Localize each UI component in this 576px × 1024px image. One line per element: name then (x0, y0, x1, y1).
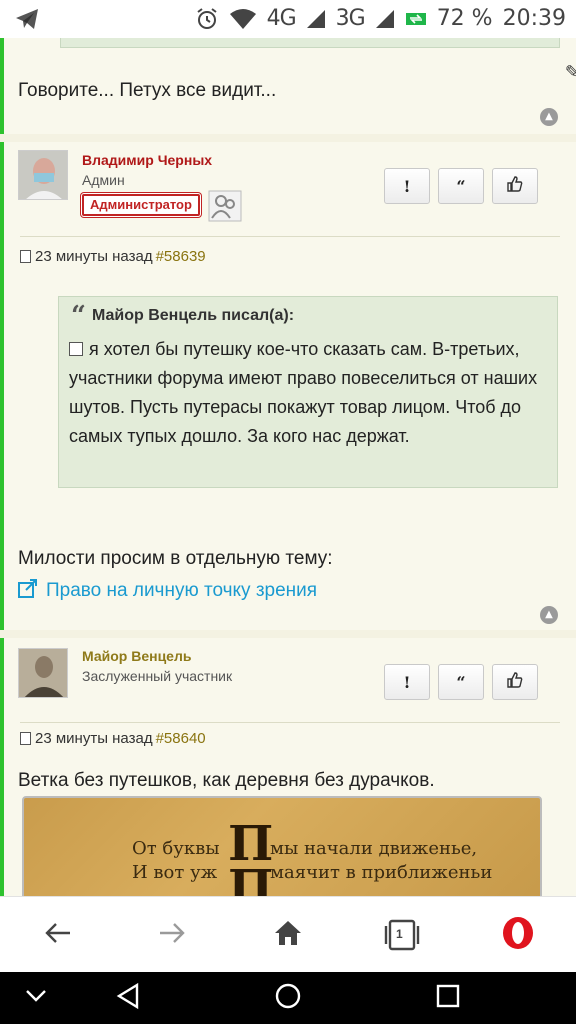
tab-count: 1 (396, 927, 403, 941)
arrow-left-icon (44, 921, 72, 949)
quote-block: “ Майор Венцель писал(а): я хотел бы пут… (58, 296, 558, 488)
signal-icon-2 (375, 9, 395, 29)
post-58640: Майор Венцель Заслуженный участник ! “ 2… (0, 638, 576, 896)
document-icon (20, 732, 31, 745)
opera-menu-button[interactable] (498, 915, 538, 955)
like-button[interactable] (492, 664, 538, 700)
home-icon (273, 919, 303, 951)
post-58639: Владимир Черных Админ Администратор ! “ … (0, 142, 576, 630)
back-button[interactable] (38, 915, 78, 955)
triangle-back-icon (115, 982, 141, 1014)
topic-link[interactable]: Право на личную точку зрения (18, 578, 317, 604)
poster-text-1b: мы начали движенье, (270, 838, 478, 859)
avatar[interactable] (18, 150, 68, 200)
quote-author: Майор Венцель писал(а): (91, 307, 295, 324)
scroll-up-button[interactable]: ▲ (540, 606, 558, 624)
opera-logo-icon (501, 916, 535, 954)
quote-block-tail (60, 38, 560, 48)
chevron-down-icon (24, 988, 48, 1008)
tabs-icon: 1 (384, 919, 420, 951)
author-role: Админ (82, 172, 125, 188)
quote-button[interactable]: “ (438, 664, 484, 700)
quote-header: “ Майор Венцель писал(а): (71, 301, 295, 331)
post-meta: 23 минуты назад #58640 (20, 730, 206, 747)
poster-letter-2: П (228, 860, 274, 896)
admin-badge-label: Администратор (82, 194, 200, 216)
post-actions: ! “ (384, 168, 538, 204)
circle-home-icon (274, 982, 302, 1014)
forum-page: Говорите... Петух все видит... ▲ ✎ Влади… (0, 38, 576, 896)
post-image[interactable]: От буквы П мы начали движенье, И вот уж … (22, 796, 542, 896)
alarm-icon (195, 7, 219, 31)
post-text: Ветка без путешков, как деревня без дура… (18, 770, 435, 791)
poster-text-2a: И вот уж (132, 862, 218, 883)
thumbs-up-icon (506, 175, 524, 197)
post-time: 23 минуты назад (35, 730, 153, 747)
quote-mark-icon: “ (71, 301, 86, 331)
nav-back-button[interactable] (110, 982, 146, 1014)
square-recents-icon (435, 983, 461, 1013)
like-button[interactable] (492, 168, 538, 204)
battery-percent: 72 % (436, 6, 493, 31)
post-permalink[interactable]: #58639 (156, 248, 206, 265)
tabs-button[interactable]: 1 (382, 915, 422, 955)
post-text: Говорите... Петух все видит... (18, 80, 277, 101)
author-name[interactable]: Майор Венцель (82, 648, 191, 664)
data-transfer-icon (405, 10, 427, 28)
status-bar: 4G 3G 72 % 20:39 (0, 0, 576, 38)
edit-icon (69, 342, 83, 356)
browser-toolbar: 1 (0, 896, 576, 972)
thumbs-up-icon (506, 671, 524, 693)
post-previous: Говорите... Петух все видит... ▲ ✎ (0, 38, 576, 134)
scroll-up-button[interactable]: ▲ (540, 108, 558, 126)
author-role: Заслуженный участник (82, 668, 233, 684)
telegram-icon (14, 7, 40, 31)
quote-button[interactable]: “ (438, 168, 484, 204)
admin-badge: Администратор (82, 190, 242, 222)
edge-icon: ✎ (564, 62, 576, 83)
nav-recents-button[interactable] (430, 982, 466, 1014)
network-4g-label: 4G (266, 6, 297, 31)
author-name[interactable]: Владимир Черных (82, 152, 212, 168)
document-icon (20, 250, 31, 263)
avatar[interactable] (18, 648, 68, 698)
post-actions: ! “ (384, 664, 538, 700)
topic-link-label[interactable]: Право на личную точку зрения (46, 580, 317, 602)
forward-button[interactable] (152, 915, 192, 955)
post-permalink[interactable]: #58640 (156, 730, 206, 747)
external-link-icon (18, 578, 38, 604)
report-button[interactable]: ! (384, 664, 430, 700)
signal-icon (306, 9, 326, 29)
home-button[interactable] (268, 915, 308, 955)
report-button[interactable]: ! (384, 168, 430, 204)
post-text: Милости просим в отдельную тему: (18, 548, 333, 569)
poster-text-2b: маячит в приближеньи (270, 862, 493, 883)
network-3g-label: 3G (335, 6, 366, 31)
hide-keyboard-button[interactable] (18, 982, 54, 1014)
nav-home-button[interactable] (270, 982, 306, 1014)
admin-users-icon (208, 190, 242, 226)
post-divider (20, 236, 560, 237)
poster-text-1a: От буквы (132, 838, 220, 859)
post-divider (20, 722, 560, 723)
post-meta: 23 минуты назад #58639 (20, 248, 206, 265)
android-nav-bar (0, 972, 576, 1024)
clock: 20:39 (502, 6, 566, 31)
quote-text: я хотел бы путешку кое-что сказать сам. … (69, 339, 538, 446)
arrow-right-icon (158, 921, 186, 949)
wifi-icon (229, 8, 257, 30)
post-time: 23 минуты назад (35, 248, 153, 265)
